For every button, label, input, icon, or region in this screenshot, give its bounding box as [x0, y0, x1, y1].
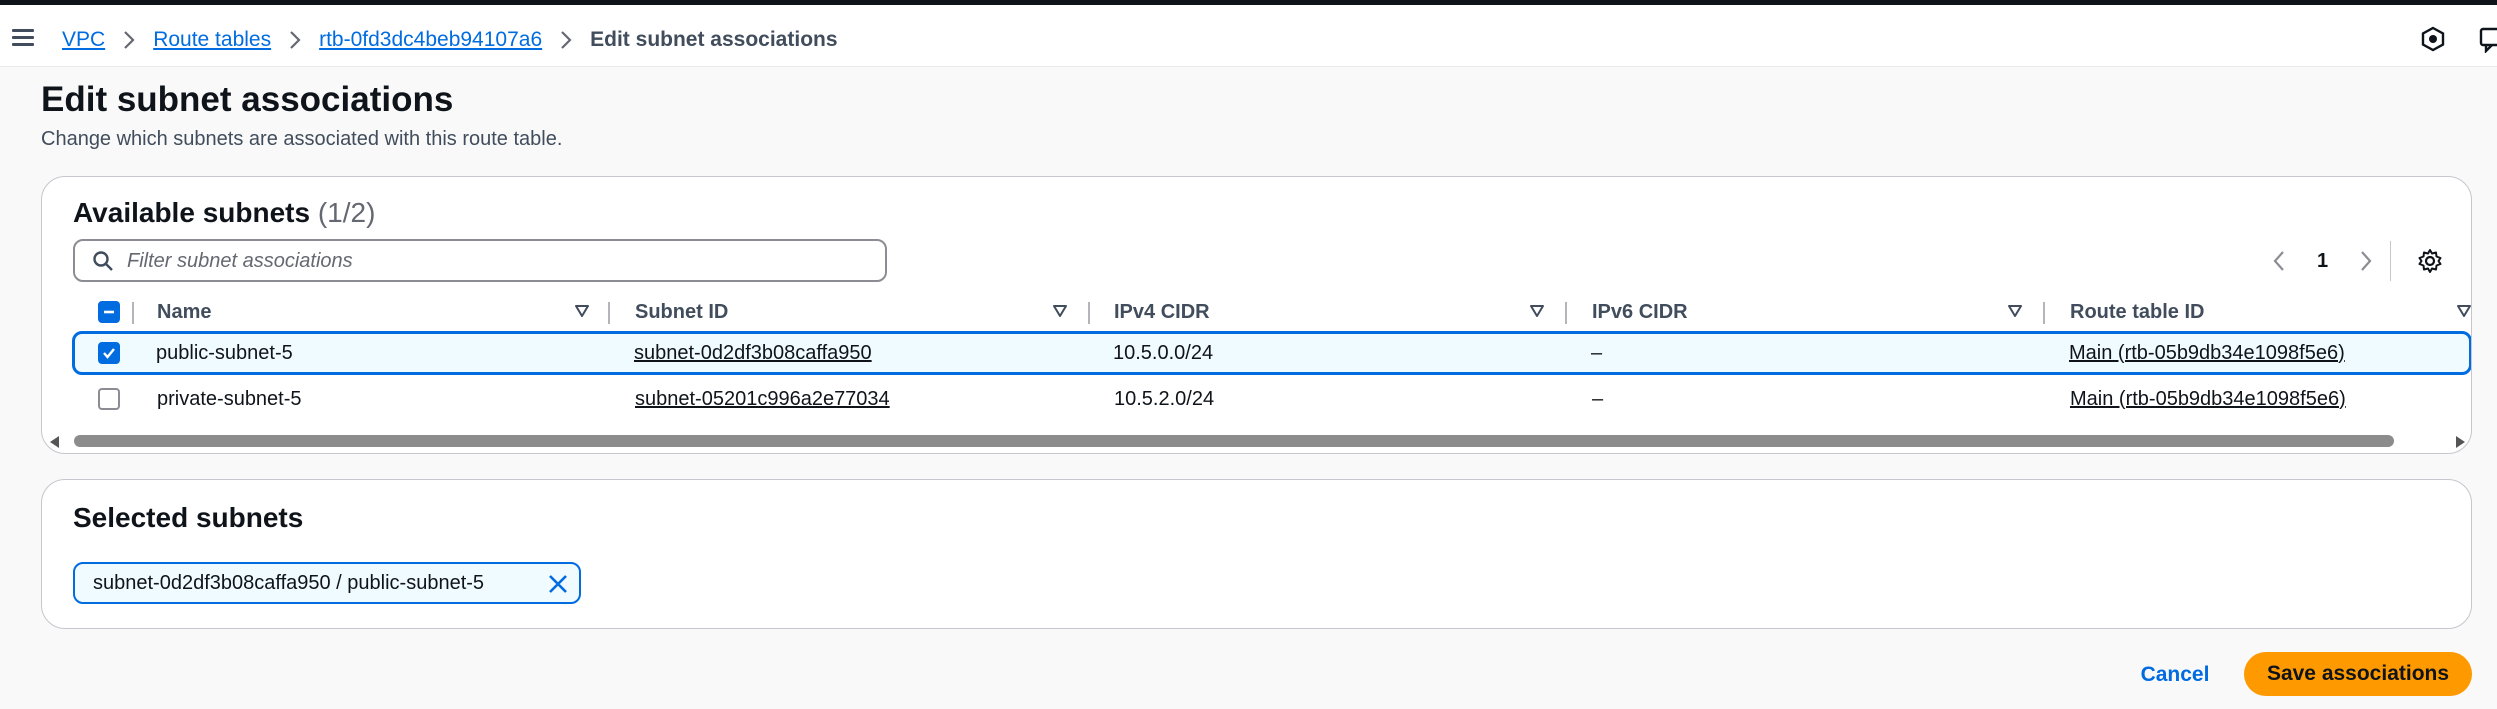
sort-icon[interactable] — [2456, 303, 2472, 319]
token-label: subnet-0d2df3b08caffa950 / public-subnet… — [93, 571, 485, 594]
sort-icon[interactable] — [2007, 303, 2023, 319]
subnet-id-link[interactable]: subnet-05201c996a2e77034 — [635, 377, 890, 421]
selected-subnet-token: subnet-0d2df3b08caffa950 / public-subnet… — [73, 562, 581, 604]
top-navigation-bar: VPC Route tables rtb-0fd3dc4beb94107a6 E… — [0, 0, 2497, 67]
chevron-right-icon — [559, 30, 573, 50]
table-row[interactable]: private-subnet-5 subnet-05201c996a2e7703… — [73, 377, 2471, 421]
available-subnets-title: Available subnets (1/2) — [73, 197, 376, 228]
column-divider[interactable] — [2043, 302, 2045, 324]
row-checkbox[interactable] — [98, 342, 120, 364]
sort-icon[interactable] — [1052, 303, 1068, 319]
breadcrumb-route-tables[interactable]: Route tables — [153, 28, 271, 52]
sort-icon[interactable] — [1529, 303, 1545, 319]
available-subnets-panel: Available subnets (1/2) 1 Name — [41, 176, 2472, 454]
page-description: Change which subnets are associated with… — [41, 128, 563, 150]
breadcrumb-route-table-id[interactable]: rtb-0fd3dc4beb94107a6 — [319, 28, 542, 52]
cancel-button[interactable]: Cancel — [2125, 655, 2225, 695]
ipv6-cidr: – — [1592, 387, 1604, 410]
column-divider — [132, 302, 134, 324]
ipv4-cidr: 10.5.0.0/24 — [1113, 341, 1214, 364]
search-icon — [93, 251, 113, 271]
selection-count: (1/2) — [317, 197, 376, 228]
horizontal-scrollbar[interactable] — [44, 433, 2471, 449]
notifications-icon[interactable] — [2419, 25, 2447, 53]
sort-icon[interactable] — [574, 303, 590, 319]
column-divider[interactable] — [1565, 302, 1567, 324]
close-icon[interactable] — [547, 573, 569, 595]
save-associations-button[interactable]: Save associations — [2244, 652, 2472, 696]
scroll-thumb[interactable] — [74, 435, 2394, 447]
column-header-name[interactable]: Name — [157, 292, 211, 332]
chevron-right-icon — [122, 30, 136, 50]
select-all-checkbox[interactable] — [98, 301, 120, 323]
ipv6-cidr: – — [1591, 341, 1603, 364]
column-header-ipv4-cidr[interactable]: IPv4 CIDR — [1114, 292, 1210, 332]
chevron-right-icon — [288, 30, 302, 50]
column-header-subnet-id[interactable]: Subnet ID — [635, 292, 728, 332]
menu-icon[interactable] — [12, 29, 34, 47]
column-header-ipv6-cidr[interactable]: IPv6 CIDR — [1592, 292, 1688, 332]
filter-subnet-input[interactable] — [127, 245, 867, 277]
selected-subnets-title: Selected subnets — [73, 502, 304, 533]
breadcrumb-current: Edit subnet associations — [590, 28, 838, 51]
next-page-icon[interactable] — [2352, 247, 2380, 275]
column-divider[interactable] — [1088, 302, 1090, 324]
table-row[interactable]: public-subnet-5 subnet-0d2df3b08caffa950… — [72, 331, 2471, 375]
table-header: Name Subnet ID IPv4 CIDR IPv6 CIDR Route… — [42, 292, 2472, 332]
column-header-route-table-id[interactable]: Route table ID — [2070, 292, 2204, 332]
route-table-link[interactable]: Main (rtb-05b9db34e1098f5e6) — [2069, 331, 2345, 375]
selected-subnets-panel: Selected subnets subnet-0d2df3b08caffa95… — [41, 479, 2472, 629]
subnet-name: public-subnet-5 — [156, 341, 293, 364]
page-title: Edit subnet associations — [41, 80, 454, 119]
divider — [2390, 241, 2391, 281]
breadcrumb-vpc[interactable]: VPC — [62, 28, 105, 52]
pagination: 1 — [2265, 243, 2380, 279]
column-divider[interactable] — [608, 302, 610, 324]
feedback-icon[interactable] — [2478, 25, 2497, 54]
subnet-name: private-subnet-5 — [157, 387, 302, 410]
scroll-right-icon[interactable] — [2456, 436, 2465, 448]
scroll-left-icon[interactable] — [50, 436, 59, 448]
breadcrumb: VPC Route tables rtb-0fd3dc4beb94107a6 E… — [62, 25, 838, 55]
gear-icon[interactable] — [2416, 247, 2444, 275]
row-checkbox[interactable] — [98, 388, 120, 410]
filter-search-box — [73, 239, 887, 282]
page-number[interactable]: 1 — [2317, 250, 2328, 273]
previous-page-icon[interactable] — [2265, 247, 2293, 275]
route-table-link[interactable]: Main (rtb-05b9db34e1098f5e6) — [2070, 377, 2346, 421]
ipv4-cidr: 10.5.2.0/24 — [1114, 387, 1215, 410]
subnet-id-link[interactable]: subnet-0d2df3b08caffa950 — [634, 331, 872, 375]
